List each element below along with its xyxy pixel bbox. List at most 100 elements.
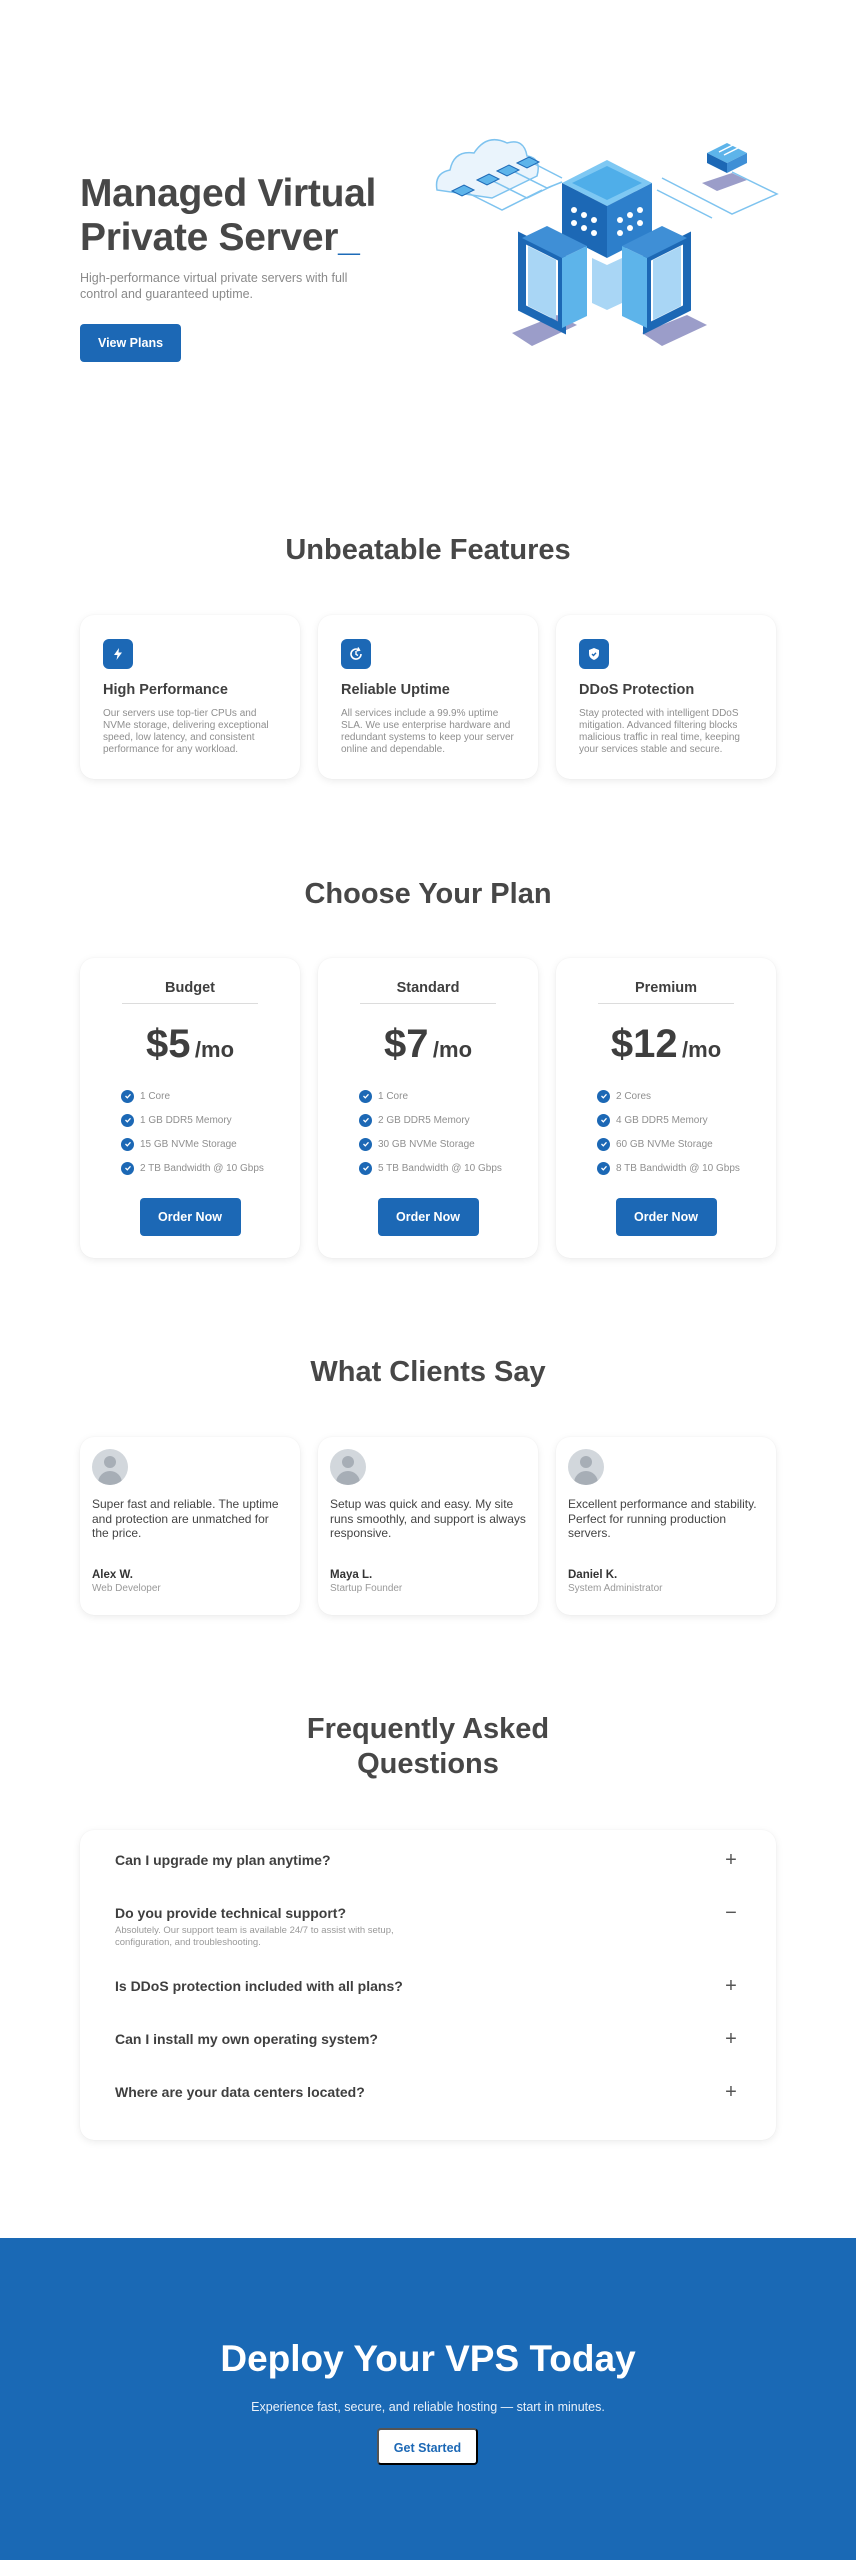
avatar	[92, 1449, 128, 1485]
plan-feature-list: 1 Core 1 GB DDR5 Memory 15 GB NVMe Stora…	[104, 1084, 276, 1180]
plan-feature-text: 8 TB Bandwidth @ 10 Gbps	[616, 1162, 740, 1174]
faq-question[interactable]: Where are your data centers located? +	[115, 2074, 741, 2110]
check-icon	[597, 1137, 610, 1151]
check-icon	[121, 1161, 134, 1175]
plan-name: Budget	[122, 980, 258, 1004]
check-icon	[121, 1089, 134, 1103]
hero-section: Managed Virtual Private Server_ High-per…	[0, 0, 856, 470]
avatar	[568, 1449, 604, 1485]
feature-title: DDoS Protection	[579, 682, 695, 698]
hero-subtitle: High-performance virtual private servers…	[80, 271, 348, 301]
faq-answer: Absolutely. Our support team is availabl…	[115, 1925, 394, 1948]
testimonial-role: System Administrator	[568, 1583, 663, 1594]
shadow-right	[642, 315, 707, 346]
check-icon	[121, 1137, 134, 1151]
plan-price: $7 /mo	[342, 1022, 514, 1072]
faq-title: Frequently Asked Questions	[0, 1712, 856, 1782]
check-icon	[359, 1113, 372, 1127]
plans-title: Choose Your Plan	[304, 878, 552, 910]
get-started-button[interactable]: Get Started	[377, 2428, 478, 2465]
faq-item: Can I install my own operating system? +	[115, 2021, 741, 2057]
hero-title: Managed Virtual Private Server_	[80, 172, 440, 260]
plan-feature-text: 2 Cores	[616, 1090, 652, 1102]
check-icon	[121, 1113, 134, 1127]
faq-title-line2: Questions	[357, 1748, 499, 1780]
list-item: 5 TB Bandwidth @ 10 Gbps	[359, 1156, 514, 1180]
plan-feature-text: 15 GB NVMe Storage	[140, 1138, 237, 1150]
view-plans-button[interactable]: View Plans	[80, 324, 181, 362]
faq-item: Where are your data centers located? +	[115, 2074, 741, 2110]
testimonial-quote: Setup was quick and easy. My site runs s…	[330, 1497, 526, 1540]
feature-title: High Performance	[103, 682, 228, 698]
plan-card-standard: Standard $7 /mo 1 Core 2 GB DDR5 Memory …	[318, 958, 538, 1258]
clock-refresh-icon	[341, 639, 371, 669]
feature-card-uptime: Reliable Uptime All services include a 9…	[318, 615, 538, 779]
bolt-icon	[103, 639, 133, 669]
faq-question-text: Do you provide technical support?	[115, 1905, 347, 1921]
cta-title: Deploy Your VPS Today	[220, 2338, 636, 2379]
list-item: 2 TB Bandwidth @ 10 Gbps	[121, 1156, 276, 1180]
center-column	[592, 258, 622, 310]
plan-card-budget: Budget $5 /mo 1 Core 1 GB DDR5 Memory 15…	[80, 958, 300, 1258]
plus-icon[interactable]: +	[721, 2081, 741, 2104]
list-item: 8 TB Bandwidth @ 10 Gbps	[597, 1156, 752, 1180]
plan-feature-list: 1 Core 2 GB DDR5 Memory 30 GB NVMe Stora…	[342, 1084, 514, 1180]
plan-feature-text: 1 Core	[140, 1090, 171, 1102]
order-now-button[interactable]: Order Now	[377, 1198, 479, 1236]
cloud-icon	[435, 138, 539, 199]
plan-feature-list: 2 Cores 4 GB DDR5 Memory 60 GB NVMe Stor…	[580, 1084, 752, 1180]
check-icon	[359, 1137, 372, 1151]
order-now-button[interactable]: Order Now	[615, 1198, 717, 1236]
hero-title-line2: Private Server	[80, 216, 339, 259]
feature-card-performance: High Performance Our servers use top-tie…	[80, 615, 300, 779]
price-amount: $7	[383, 1022, 429, 1066]
check-icon	[597, 1089, 610, 1103]
plan-feature-text: 1 Core	[378, 1090, 409, 1102]
plan-feature-text: 1 GB DDR5 Memory	[140, 1114, 232, 1126]
faq-question[interactable]: Can I install my own operating system? +	[115, 2021, 741, 2057]
price-period: /mo	[682, 1037, 722, 1062]
faq-question-text: Can I upgrade my plan anytime?	[115, 1852, 331, 1868]
testimonial-card: Excellent performance and stability. Per…	[556, 1437, 776, 1615]
faq-question[interactable]: Is DDoS protection included with all pla…	[115, 1968, 741, 2004]
feature-title: Reliable Uptime	[341, 682, 450, 698]
rack-left	[518, 226, 587, 335]
faq-title-line1: Frequently Asked	[306, 1713, 550, 1745]
list-item: 1 GB DDR5 Memory	[121, 1108, 276, 1132]
cta-subtitle: Experience fast, secure, and reliable ho…	[251, 2400, 605, 2414]
list-item: 30 GB NVMe Storage	[359, 1132, 514, 1156]
plan-price: $5 /mo	[104, 1022, 276, 1072]
plan-card-premium: Premium $12 /mo 2 Cores 4 GB DDR5 Memory…	[556, 958, 776, 1258]
plan-feature-text: 2 GB DDR5 Memory	[378, 1114, 470, 1126]
isometric-server-illustration	[435, 138, 779, 346]
plan-feature-text: 2 TB Bandwidth @ 10 Gbps	[140, 1162, 264, 1174]
check-icon	[597, 1113, 610, 1127]
testimonial-card: Super fast and reliable. The uptime and …	[80, 1437, 300, 1615]
order-now-button[interactable]: Order Now	[139, 1198, 241, 1236]
plan-price: $12 /mo	[580, 1022, 752, 1072]
list-item: 1 Core	[359, 1084, 514, 1108]
list-item: 60 GB NVMe Storage	[597, 1132, 752, 1156]
list-item: 1 Core	[121, 1084, 276, 1108]
check-icon	[359, 1161, 372, 1175]
features-title: Unbeatable Features	[285, 534, 571, 566]
hero-text: Managed Virtual Private Server_ High-per…	[80, 172, 440, 362]
minus-icon[interactable]: −	[721, 1902, 741, 1925]
list-item: 2 GB DDR5 Memory	[359, 1108, 514, 1132]
price-period: /mo	[432, 1037, 473, 1062]
faq-question[interactable]: Can I upgrade my plan anytime? +	[115, 1842, 741, 1878]
feature-card-ddos: DDoS Protection Stay protected with inte…	[556, 615, 776, 779]
list-item: 2 Cores	[597, 1084, 752, 1108]
plan-feature-text: 30 GB NVMe Storage	[378, 1138, 475, 1150]
faq-item: Can I upgrade my plan anytime? +	[115, 1842, 741, 1878]
plus-icon[interactable]: +	[721, 1849, 741, 1872]
plus-icon[interactable]: +	[721, 1975, 741, 1998]
faq-question-text: Where are your data centers located?	[115, 2084, 365, 2100]
list-item: 15 GB NVMe Storage	[121, 1132, 276, 1156]
testimonial-author: Daniel K.	[568, 1569, 618, 1581]
plus-icon[interactable]: +	[721, 2028, 741, 2051]
shield-icon	[579, 639, 609, 669]
price-amount: $12	[610, 1022, 678, 1066]
plan-feature-text: 4 GB DDR5 Memory	[616, 1114, 708, 1126]
feature-description: Stay protected with intelligent DDoS mit…	[579, 708, 740, 755]
